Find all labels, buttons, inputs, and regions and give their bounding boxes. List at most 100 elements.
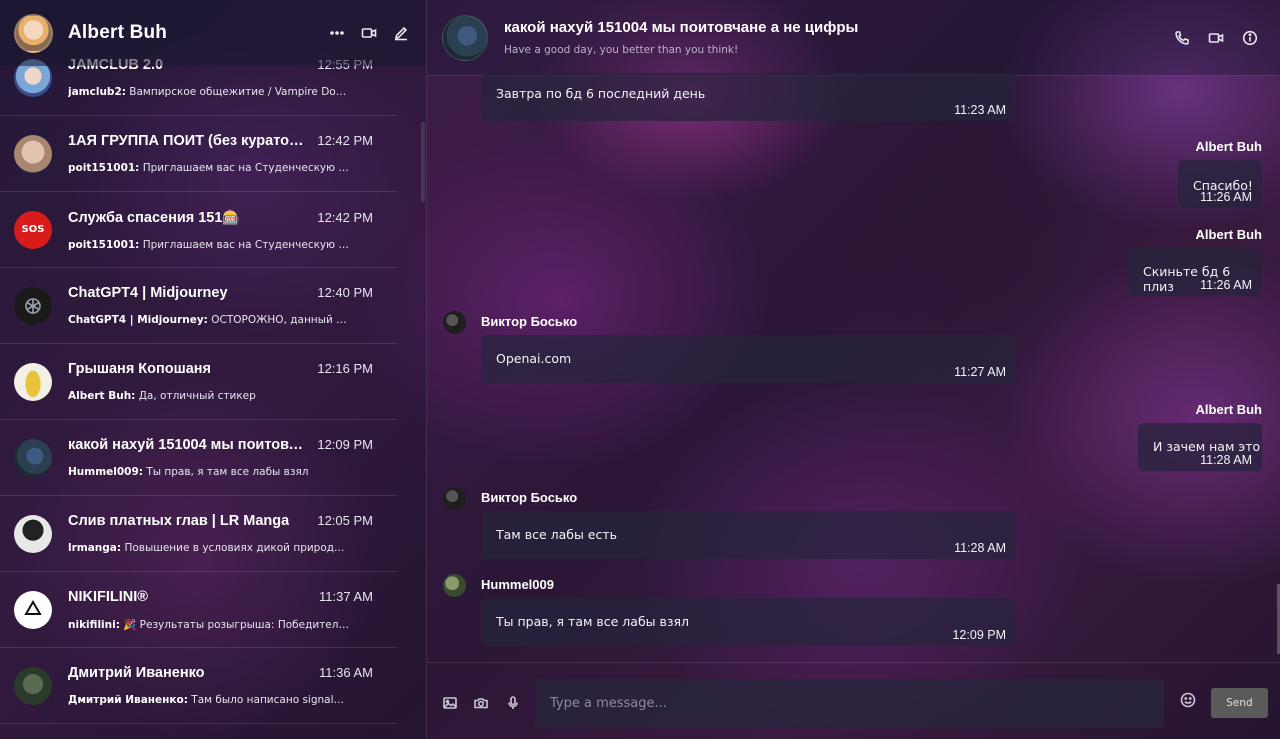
chat-preview: poit151001: Приглашаем вас на Студенческ… bbox=[68, 162, 350, 174]
message-time: 12:09 PM bbox=[952, 628, 1006, 642]
more-icon[interactable] bbox=[328, 24, 346, 42]
chat-avatar bbox=[14, 514, 52, 553]
chat-preview-text: ОСТОРОЖНО, данный режи... bbox=[211, 314, 350, 326]
list-item[interactable]: Грышаня Копошаня 12:16 PM Albert Buh: Да… bbox=[0, 344, 397, 420]
chat-time: 12:40 PM bbox=[317, 285, 373, 300]
message-list: Завтра по бд 6 последний день 11:23 AM A… bbox=[427, 73, 1280, 662]
list-item[interactable]: Слив платных глав | LR Manga 12:05 PM lr… bbox=[0, 496, 397, 572]
composer: Send bbox=[427, 662, 1280, 739]
chat-name: Дмитрий Иваненко bbox=[68, 665, 205, 681]
message-time: 11:26 AM bbox=[1200, 190, 1252, 204]
camera-icon[interactable] bbox=[474, 695, 488, 714]
avatar[interactable] bbox=[14, 13, 53, 53]
chat-preview-text: Вампирское общежитие / Vampire Dormit... bbox=[129, 86, 350, 98]
video-call-icon[interactable] bbox=[1207, 29, 1225, 47]
chat-preview: nikifilini: 🎉 Результаты розыгрыша: Побе… bbox=[68, 618, 350, 631]
chat-preview: Albert Buh: Да, отличный стикер bbox=[68, 390, 350, 402]
group-subtitle: Have a good day, you better than you thi… bbox=[504, 44, 739, 56]
microphone-icon[interactable] bbox=[506, 695, 520, 714]
list-item[interactable]: Дмитрий Иваненко 11:36 AM Дмитрий Иванен… bbox=[0, 648, 397, 724]
video-call-icon[interactable] bbox=[360, 24, 378, 42]
sidebar-actions bbox=[328, 24, 410, 42]
chat-time: 12:16 PM bbox=[317, 361, 373, 376]
chat-preview: jamclub2: Вампирское общежитие / Vampire… bbox=[68, 86, 350, 98]
messenger-app: Albert Buh JAMCLUB 2.0 12:55 bbox=[0, 0, 1280, 739]
openai-logo-icon bbox=[25, 297, 41, 314]
list-item[interactable]: ChatGPT4 | Midjourney 12:40 PM ChatGPT4 … bbox=[0, 268, 397, 344]
message-sender: Виктор Босько bbox=[481, 490, 578, 505]
avatar[interactable] bbox=[443, 574, 466, 597]
message-text: Openai.com bbox=[496, 351, 572, 366]
send-button[interactable]: Send bbox=[1211, 688, 1268, 718]
sos-avatar-text: SOS bbox=[21, 224, 45, 235]
chat-name: какой нахуй 151004 мы поитовчане ... bbox=[68, 437, 309, 453]
chat-time: 12:09 PM bbox=[317, 437, 373, 452]
user-name: Albert Buh bbox=[68, 22, 168, 43]
chat-name: 1АЯ ГРУППА ПОИТ (без куратора) bbox=[68, 133, 310, 149]
message-text: Завтра по бд 6 последний день bbox=[496, 86, 706, 101]
chat-time: 11:36 AM bbox=[319, 665, 373, 680]
emoji-icon[interactable] bbox=[1180, 692, 1196, 712]
message-bubble: Там все лабы есть 11:28 AM bbox=[481, 511, 1016, 559]
image-icon[interactable] bbox=[443, 695, 457, 714]
message-input[interactable] bbox=[535, 679, 1164, 728]
message-text: И зачем нам это bbox=[1153, 439, 1261, 454]
message-text: Там все лабы есть bbox=[496, 527, 618, 542]
list-item[interactable]: NIKIFILINI® 11:37 AM nikifilini: 🎉 Резул… bbox=[0, 572, 397, 648]
chat-preview-text: Приглашаем вас на Студенческую весну 2..… bbox=[142, 238, 350, 251]
chat-name: NIKIFILINI® bbox=[68, 588, 148, 605]
list-item[interactable]: SOS Служба спасения 151🎰 12:42 PM poit15… bbox=[0, 192, 397, 268]
message-time: 11:28 AM bbox=[1200, 453, 1252, 467]
chat-header: какой нахуй 151004 мы поитовчане а не ци… bbox=[427, 0, 1280, 76]
sidebar-scrollbar[interactable] bbox=[421, 122, 425, 202]
message-time: 11:26 AM bbox=[1200, 278, 1252, 292]
chat-name: Грышаня Копошаня bbox=[68, 361, 211, 377]
chat-preview-sender: Albert Buh: bbox=[68, 390, 136, 402]
chat-preview: Дмитрий Иваненко: Там было написано sign… bbox=[68, 694, 350, 706]
message-sender: Albert Buh bbox=[1195, 139, 1262, 154]
list-item[interactable]: 1АЯ ГРУППА ПОИТ (без куратора) 12:42 PM … bbox=[0, 116, 397, 192]
chat-avatar bbox=[14, 134, 52, 173]
chat-preview-text: Повышение в условиях дикой природы - 38 … bbox=[124, 542, 350, 554]
chat-avatar: SOS bbox=[14, 210, 52, 249]
recycle-logo-icon bbox=[24, 599, 42, 615]
chat-time: 12:42 PM bbox=[317, 209, 373, 225]
message-bubble: И зачем нам это 11:28 AM bbox=[1138, 423, 1262, 471]
message-bubble: Завтра по бд 6 последний день 11:23 AM bbox=[481, 73, 1016, 121]
message-sender: Hummel009 bbox=[481, 577, 554, 592]
chat-preview: Hummel009: Ты прав, я там все лабы взял bbox=[68, 466, 350, 478]
chat-name: Слив платных глав | LR Manga bbox=[68, 513, 290, 529]
message-text: Ты прав, я там все лабы взял bbox=[496, 614, 690, 629]
message-bubble: Openai.com 11:27 AM bbox=[481, 335, 1016, 383]
sidebar: Albert Buh JAMCLUB 2.0 12:55 bbox=[0, 0, 427, 739]
chat-header-actions bbox=[1173, 29, 1259, 47]
chat-avatar bbox=[14, 590, 52, 629]
chat-preview-sender: lrmanga: bbox=[68, 542, 122, 554]
chat-name: Служба спасения 151🎰 bbox=[68, 209, 241, 226]
chat-pane: какой нахуй 151004 мы поитовчане а не ци… bbox=[427, 0, 1280, 739]
chat-name: ChatGPT4 | Midjourney bbox=[68, 285, 228, 301]
chat-preview: lrmanga: Повышение в условиях дикой прир… bbox=[68, 542, 350, 554]
chat-time: 12:05 PM bbox=[317, 513, 373, 528]
chat-preview-sender: Hummel009: bbox=[68, 466, 143, 478]
chat-avatar bbox=[14, 286, 52, 325]
group-avatar[interactable] bbox=[442, 14, 488, 61]
phone-icon[interactable] bbox=[1173, 29, 1191, 47]
chat-preview-text: 🎉 Результаты розыгрыша: Победители: 1. б… bbox=[123, 618, 350, 631]
info-icon[interactable] bbox=[1241, 29, 1259, 47]
chat-time: 12:42 PM bbox=[317, 133, 373, 148]
avatar[interactable] bbox=[443, 487, 466, 510]
list-item[interactable]: какой нахуй 151004 мы поитовчане ... 12:… bbox=[0, 420, 397, 496]
chat-preview-text: Да, отличный стикер bbox=[138, 390, 256, 402]
avatar[interactable] bbox=[443, 311, 466, 334]
message-sender: Albert Buh bbox=[1195, 402, 1262, 417]
chat-preview-sender: jamclub2: bbox=[68, 86, 126, 98]
chat-preview-text: Приглашаем вас на Студенческую весну 2..… bbox=[142, 162, 350, 174]
chat-preview-sender: poit151001: bbox=[68, 238, 140, 251]
message-bubble: Скиньте бд 6 плиз 11:26 AM bbox=[1128, 248, 1262, 296]
message-bubble: Ты прав, я там все лабы взял 12:09 PM bbox=[481, 598, 1016, 646]
chat-preview-sender: poit151001: bbox=[68, 162, 140, 174]
compose-icon[interactable] bbox=[392, 24, 410, 42]
page-title: какой нахуй 151004 мы поитовчане а не ци… bbox=[504, 19, 859, 36]
chat-preview-sender: nikifilini: bbox=[68, 618, 120, 631]
